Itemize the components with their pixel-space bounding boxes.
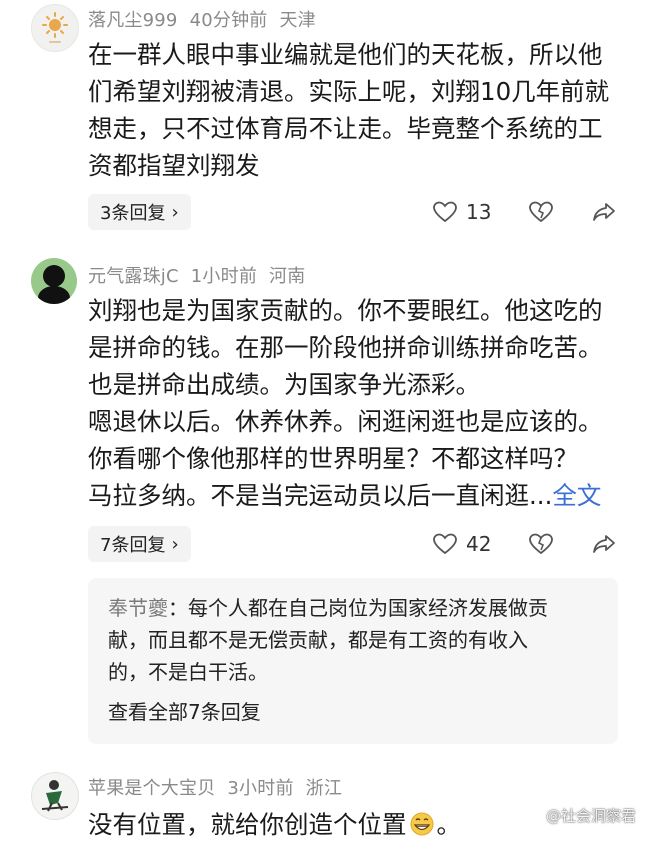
- like-count: 13: [466, 200, 492, 224]
- location: 河南: [269, 266, 306, 287]
- replies-button[interactable]: 3条回复 ›: [88, 194, 191, 230]
- broken-heart-icon: [529, 201, 553, 223]
- share-button[interactable]: [592, 194, 616, 230]
- person-silhouette-icon: [38, 265, 70, 304]
- timestamp: 40分钟前: [189, 10, 268, 31]
- comment-meta: 元气露珠jC 1小时前 河南: [88, 262, 317, 288]
- full-text-link[interactable]: 全文: [552, 481, 601, 510]
- heart-icon: [433, 201, 457, 223]
- avatar-sun[interactable]: [31, 4, 79, 52]
- like-count: 42: [466, 532, 492, 556]
- username[interactable]: 元气露珠jC: [88, 266, 179, 287]
- skier-sketch-icon: [41, 780, 69, 812]
- avatar-black-figure[interactable]: [31, 258, 77, 304]
- share-icon: [593, 535, 615, 553]
- watermark: @社会洞察君: [545, 807, 636, 825]
- like-button[interactable]: 13: [432, 194, 491, 230]
- sub-reply-username[interactable]: 奉节夔: [108, 596, 168, 620]
- grinning-emoji-icon: [410, 812, 433, 836]
- comment-actions: 13: [430, 194, 620, 230]
- like-button[interactable]: 42: [432, 526, 491, 562]
- timestamp: 1小时前: [190, 266, 258, 287]
- share-button[interactable]: [592, 526, 616, 562]
- sun-icon: [42, 12, 68, 43]
- dislike-button[interactable]: [528, 194, 554, 230]
- comment-text: 在一群人眼中事业编就是他们的天花板，所以他 们希望刘翔被清退。实际上呢，刘翔10…: [88, 40, 610, 180]
- chevron-right-icon: ›: [171, 533, 179, 555]
- chevron-right-icon: ›: [171, 201, 179, 223]
- share-icon: [593, 203, 615, 221]
- location: 浙江: [305, 778, 343, 799]
- timestamp: 3小时前: [227, 778, 294, 799]
- avatar-sketch[interactable]: [31, 772, 79, 820]
- comment-actions: 42: [430, 526, 620, 562]
- heart-icon: [433, 533, 457, 555]
- location: 天津: [279, 10, 316, 31]
- sub-reply-box[interactable]: 奉节夔：每个人都在自己岗位为国家经济发展做贡 献，而且都不是无偿贡献，都是有工资…: [88, 578, 618, 744]
- comment-meta: 落凡尘999 40分钟前 天津: [88, 6, 328, 32]
- sub-reply-text: 奉节夔：每个人都在自己岗位为国家经济发展做贡 献，而且都不是无偿贡献，都是有工资…: [108, 596, 548, 684]
- comment-text: 刘翔也是为国家贡献的。你不要眼红。他这吃的 是拼命的钱。在那一阶段他拼命训练拼命…: [88, 296, 603, 510]
- broken-heart-icon: [529, 533, 553, 555]
- username[interactable]: 落凡尘999: [88, 10, 178, 31]
- username[interactable]: 苹果是个大宝贝: [88, 778, 215, 799]
- comment-meta: 苹果是个大宝贝 3小时前 浙江: [88, 774, 354, 800]
- dislike-button[interactable]: [528, 526, 554, 562]
- replies-button[interactable]: 7条回复 ›: [88, 526, 191, 562]
- view-all-replies-link[interactable]: 查看全部7条回复: [108, 696, 261, 725]
